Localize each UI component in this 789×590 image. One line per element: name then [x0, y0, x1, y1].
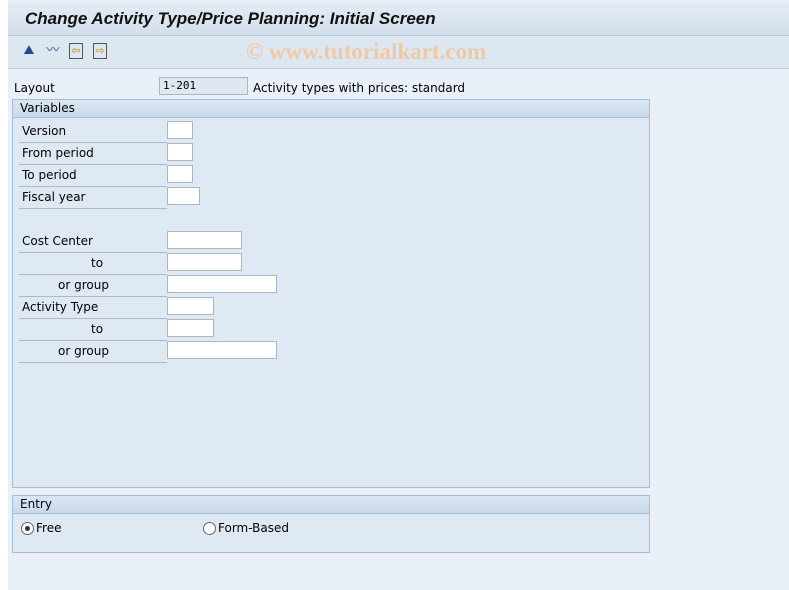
fiscal-year-label: Fiscal year: [22, 190, 86, 204]
activity-type-to-row: to: [19, 319, 167, 341]
watermark: © www.tutorialkart.com: [246, 39, 487, 64]
page-title: Change Activity Type/Price Planning: Ini…: [25, 9, 436, 28]
entry-group: Entry Free Form-Based: [12, 495, 650, 553]
version-label: Version: [22, 124, 67, 138]
activity-type-from-input[interactable]: [167, 297, 214, 315]
cost-center-group-input[interactable]: [167, 275, 277, 293]
chart-icon[interactable]: 〰: [45, 43, 61, 59]
previous-icon[interactable]: ⇦: [69, 43, 83, 59]
cost-center-to-row: to: [19, 253, 167, 275]
layout-description: Activity types with prices: standard: [253, 81, 466, 95]
from-period-row: From period: [19, 143, 167, 165]
to-period-label: To period: [22, 168, 77, 182]
activity-type-row: Activity Type: [19, 297, 167, 319]
cost-center-label: Cost Center: [22, 234, 93, 248]
cost-center-row: Cost Center: [19, 231, 167, 253]
fiscal-year-row: Fiscal year: [19, 187, 167, 209]
to-period-input[interactable]: [167, 165, 193, 183]
to-period-row: To period: [19, 165, 167, 187]
cost-center-to-label: to: [91, 256, 104, 270]
form-based-radio[interactable]: [203, 522, 216, 535]
title-bar: Change Activity Type/Price Planning: Ini…: [8, 3, 789, 36]
application-toolbar: ⛰ 〰 ⇦ ⇨ © www.tutorialkart.com: [8, 36, 789, 69]
sap-window: Change Activity Type/Price Planning: Ini…: [8, 0, 789, 590]
variables-group: Variables Version From period To period …: [12, 99, 650, 488]
version-row: Version: [19, 121, 167, 143]
variables-title: Variables: [13, 100, 649, 118]
entry-title: Entry: [13, 496, 649, 514]
activity-type-label: Activity Type: [22, 300, 99, 314]
layout-label: Layout: [14, 81, 55, 95]
form-based-label[interactable]: Form-Based: [218, 521, 289, 535]
from-period-input[interactable]: [167, 143, 193, 161]
person-icon[interactable]: ⛰: [21, 43, 37, 59]
activity-type-to-label: to: [91, 322, 104, 336]
free-radio[interactable]: [21, 522, 34, 535]
fiscal-year-input[interactable]: [167, 187, 200, 205]
activity-type-group-label: or group: [58, 344, 109, 358]
next-icon[interactable]: ⇨: [93, 43, 107, 59]
cost-center-from-input[interactable]: [167, 231, 242, 249]
cost-center-to-input[interactable]: [167, 253, 242, 271]
cost-center-group-label: or group: [58, 278, 109, 292]
free-label[interactable]: Free: [36, 521, 61, 535]
version-input[interactable]: [167, 121, 193, 139]
from-period-label: From period: [22, 146, 94, 160]
activity-type-group-row: or group: [19, 341, 167, 363]
activity-type-to-input[interactable]: [167, 319, 214, 337]
cost-center-group-row: or group: [19, 275, 167, 297]
activity-type-group-input[interactable]: [167, 341, 277, 359]
layout-field: 1-201: [159, 77, 248, 95]
